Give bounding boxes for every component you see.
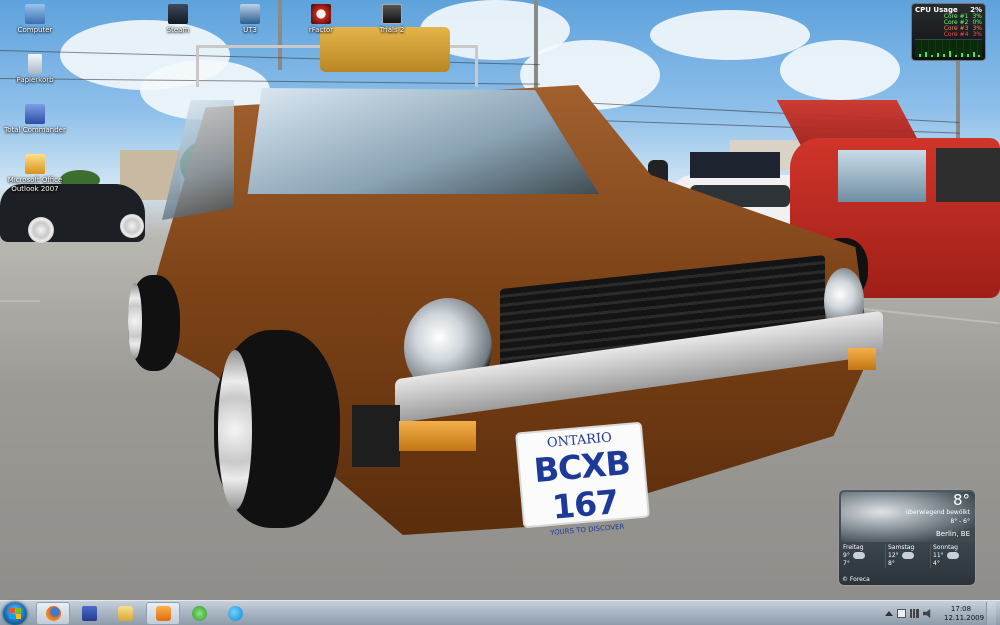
cloud-icon — [946, 552, 959, 559]
firefox-icon — [45, 606, 61, 621]
outlook-icon — [25, 154, 45, 174]
windows-logo-icon — [9, 608, 21, 619]
clock-date: 12.11.2009 — [944, 613, 985, 622]
media-player-icon — [155, 606, 171, 621]
taskbar-clover-button[interactable] — [182, 602, 216, 625]
taskbar-firefox-button[interactable] — [36, 602, 70, 625]
weather-gadget[interactable]: 8° überwiegend bewölkt 8° - 6° Berlin, B… — [838, 489, 976, 586]
forecast-day: Sonntag 11° 4° — [930, 544, 975, 568]
cloud-icon — [901, 552, 914, 559]
start-button[interactable] — [3, 602, 27, 625]
desktop-icon-steam[interactable]: Steam — [143, 4, 213, 35]
desktop-icon-outlook[interactable]: Microsoft Office Outlook 2007 — [0, 154, 70, 194]
forecast-low: 4° — [933, 560, 940, 567]
recycle-bin-icon — [28, 54, 42, 74]
explorer-folder-icon — [117, 606, 133, 621]
desktop-icon-label: Steam — [166, 26, 190, 34]
total-commander-icon — [25, 104, 45, 124]
license-plate: ONTARIO BCXB 167 YOURS TO DISCOVER — [515, 421, 650, 537]
core-value: 3% — [972, 31, 982, 38]
taskbar-explorer-button[interactable] — [108, 602, 142, 625]
steam-icon — [168, 4, 188, 24]
forecast-days: Freitag 9° 7° Samstag 12° 8° Sonntag 11°… — [841, 544, 975, 568]
desktop-icon-label: rFactor — [308, 26, 334, 34]
desktop-icon-rfactor[interactable]: rFactor — [286, 4, 356, 35]
network-icon[interactable] — [910, 609, 919, 618]
temperature-range: 8° - 6° — [950, 518, 970, 525]
action-center-flag-icon[interactable] — [897, 609, 906, 618]
forecast-day: Samstag 12° 8° — [885, 544, 930, 568]
clock-time: 17:08 — [950, 604, 972, 613]
forecast-high: 11° — [933, 552, 944, 559]
weather-city: Berlin, BE — [936, 530, 970, 538]
forecast-day-name: Freitag — [843, 544, 864, 551]
current-temperature: 8° — [952, 491, 970, 509]
desktop-icon-label: Computer — [17, 26, 53, 34]
clover-icon — [191, 606, 207, 621]
desktop-icon-computer[interactable]: Computer — [0, 4, 70, 35]
forecast-day-name: Samstag — [888, 544, 915, 551]
cloud-icon — [852, 552, 865, 559]
desktop-icon-label: UT3 — [243, 26, 257, 34]
notification-area: 17:08 12.11.2009 — [885, 601, 1000, 625]
rfactor-icon — [311, 4, 331, 24]
forecast-day: Freitag 9° 7° — [841, 544, 885, 568]
taskbar-clock[interactable]: 17:08 12.11.2009 — [944, 604, 985, 623]
cpu-core-row: Core #4 3% — [915, 32, 982, 38]
desktop-icon-ut3[interactable]: UT3 — [215, 4, 285, 35]
show-desktop-button[interactable] — [986, 601, 996, 625]
desktop-icon-label: Trials 2 — [379, 26, 405, 34]
forecast-low: 8° — [888, 560, 895, 567]
forecast-high: 9° — [843, 552, 850, 559]
weather-provider: © Foreca — [842, 576, 870, 583]
ut3-icon — [240, 4, 260, 24]
desktop-icon-label: Papierkorb — [16, 76, 54, 84]
trials2-icon — [382, 4, 402, 24]
volume-icon[interactable] — [923, 609, 931, 618]
desktop-icon-total-commander[interactable]: Total Commander — [0, 104, 70, 135]
core-label: Core #4 — [943, 31, 969, 38]
desktop-icon-label: Total Commander — [4, 126, 66, 134]
plate-number: BCXB 167 — [532, 442, 632, 527]
computer-icon — [25, 4, 45, 24]
floppy-save-icon — [81, 606, 97, 621]
weather-description: überwiegend bewölkt — [905, 509, 970, 516]
taskbar-save-button[interactable] — [72, 602, 106, 625]
desktop-icon-recycle-bin[interactable]: Papierkorb — [0, 54, 70, 85]
cpu-usage-graph — [915, 39, 982, 57]
forecast-day-name: Sonntag — [933, 544, 958, 551]
taskbar-skype-button[interactable] — [218, 602, 252, 625]
skype-icon — [227, 606, 243, 621]
show-hidden-icons-arrow[interactable] — [885, 611, 893, 616]
forecast-high: 12° — [888, 552, 899, 559]
taskbar: 17:08 12.11.2009 — [0, 600, 1000, 625]
desktop-icon-trials2[interactable]: Trials 2 — [357, 4, 427, 35]
desktop-icon-label: Microsoft Office Outlook 2007 — [7, 176, 63, 193]
forecast-low: 7° — [843, 560, 850, 567]
taskbar-media-player-button[interactable] — [146, 602, 180, 625]
cpu-usage-gadget[interactable]: CPU Usage 2% Core #1 3% Core #2 0% Core #3… — [911, 3, 986, 61]
